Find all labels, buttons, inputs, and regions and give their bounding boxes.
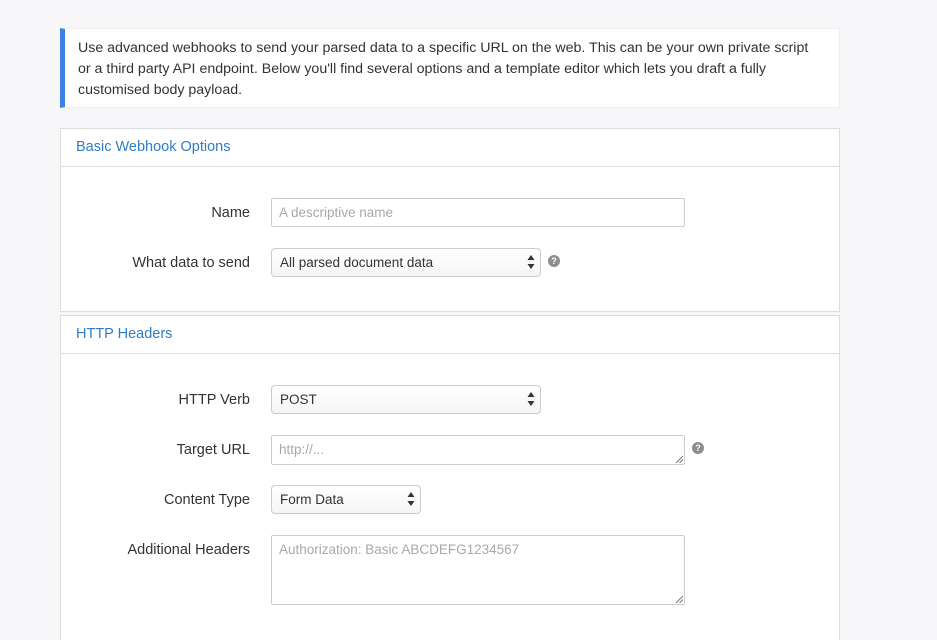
intro-callout: Use advanced webhooks to send your parse… (60, 28, 840, 108)
additional-headers-textarea[interactable]: Authorization: Basic ABCDEFG1234567 (271, 535, 685, 605)
http-verb-label: HTTP Verb (178, 392, 250, 408)
resize-grip-icon[interactable] (675, 455, 683, 463)
data-to-send-value: All parsed document data (280, 255, 434, 270)
additional-headers-label: Additional Headers (127, 542, 250, 558)
content-type-value: Form Data (280, 492, 344, 507)
basic-options-heading: Basic Webhook Options (61, 129, 839, 167)
http-headers-heading: HTTP Headers (61, 316, 839, 354)
select-arrows-icon (527, 255, 535, 269)
http-verb-select[interactable]: POST (271, 385, 541, 414)
intro-text-line-1: Use advanced webhooks to send your parse… (78, 40, 809, 56)
question-circle-icon[interactable]: ? (692, 442, 704, 454)
content-type-label: Content Type (164, 492, 250, 508)
name-label: Name (211, 205, 250, 221)
content-type-select[interactable]: Form Data (271, 485, 421, 514)
target-url-input[interactable]: http://... (271, 435, 685, 465)
name-input[interactable]: A descriptive name (271, 198, 685, 227)
select-arrows-icon (407, 492, 415, 506)
select-arrows-icon (527, 392, 535, 406)
intro-text-line-2: or a third party API endpoint. Below you… (78, 61, 767, 77)
target-url-placeholder: http://... (279, 442, 325, 457)
http-headers-panel: HTTP Headers HTTP Verb POST Target URL h… (60, 315, 840, 640)
target-url-label: Target URL (176, 442, 250, 458)
additional-headers-placeholder: Authorization: Basic ABCDEFG1234567 (279, 542, 520, 557)
intro-text-line-3: customised body payload. (78, 82, 243, 98)
http-verb-value: POST (280, 392, 317, 407)
basic-options-panel: Basic Webhook Options Name A descriptive… (60, 128, 840, 312)
question-circle-icon[interactable]: ? (548, 255, 560, 267)
resize-grip-icon[interactable] (675, 595, 683, 603)
data-to-send-label: What data to send (132, 255, 250, 271)
data-to-send-select[interactable]: All parsed document data (271, 248, 541, 277)
